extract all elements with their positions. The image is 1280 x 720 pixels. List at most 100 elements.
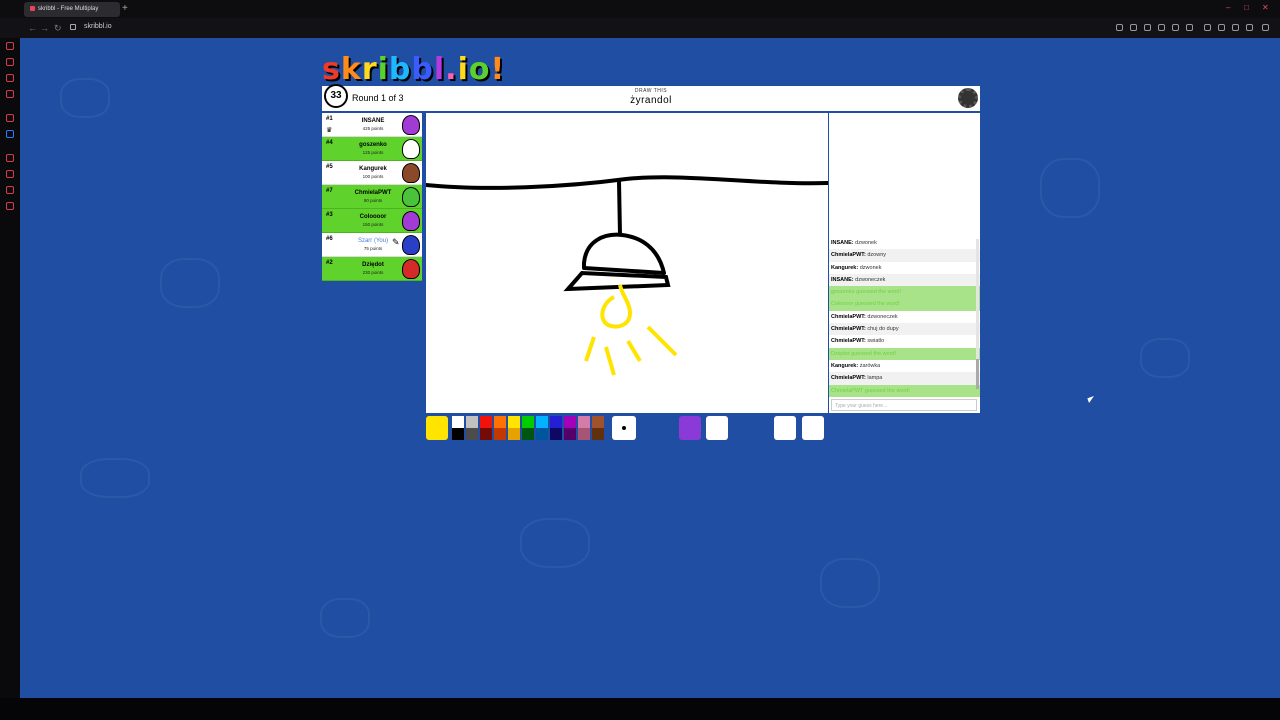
- heart-icon[interactable]: [1186, 24, 1193, 31]
- color-swatch[interactable]: [522, 428, 534, 440]
- browser-tabbar: skribbl - Free Multiplay + – □ ✕: [0, 0, 1280, 18]
- color-swatch[interactable]: [564, 416, 576, 428]
- player-row[interactable]: #5 Kangurek 100 points: [322, 161, 422, 185]
- color-swatch[interactable]: [494, 416, 506, 428]
- translate-icon[interactable]: [1158, 24, 1165, 31]
- drawing-pencil-icon: ✎: [392, 237, 400, 247]
- sidebar-app-icon[interactable]: [6, 154, 14, 162]
- color-swatch[interactable]: [452, 416, 464, 428]
- sidebar-app-icon[interactable]: [6, 42, 14, 50]
- sidebar-app-icon[interactable]: [6, 58, 14, 66]
- sidebar-app-icon[interactable]: [6, 114, 14, 122]
- chat-author: Kangurek:: [831, 362, 860, 369]
- color-swatch[interactable]: [550, 416, 562, 428]
- drawing-canvas[interactable]: [426, 113, 828, 413]
- color-swatch[interactable]: [494, 428, 506, 440]
- color-swatch[interactable]: [578, 428, 590, 440]
- avatar: [402, 139, 420, 159]
- bookmark-icon[interactable]: [1116, 24, 1123, 31]
- chat-message: Dziędot guessed the word!: [829, 347, 980, 360]
- chat-message: ChmielaPWT guessed the word!: [829, 384, 980, 397]
- player-row[interactable]: #7 ChmielaPWT 90 points: [322, 185, 422, 209]
- player-points: 125 points: [362, 150, 384, 155]
- chat-text: dzwonek: [859, 264, 882, 271]
- color-swatch[interactable]: [466, 416, 478, 428]
- maximize-icon[interactable]: □: [1244, 3, 1249, 12]
- sidebar-app-icon[interactable]: [6, 170, 14, 178]
- pencil-icon[interactable]: [679, 416, 701, 440]
- player-row[interactable]: #1 INSANE 425 points ♛: [322, 113, 422, 137]
- download-icon[interactable]: [1232, 24, 1239, 31]
- sidebar-app-icon[interactable]: [6, 74, 14, 82]
- word-to-draw: żyrandol: [630, 95, 672, 106]
- player-row[interactable]: #6 Szarr (You) 75 points ✎: [322, 233, 422, 257]
- chat-text: Dziędot guessed the word!: [831, 350, 897, 357]
- chat-messages: INSANE: dzwonek ChmielaPWT: dzowny Kangure…: [829, 237, 980, 397]
- extensions-icon[interactable]: [1246, 24, 1253, 31]
- ai-icon[interactable]: [1262, 24, 1269, 31]
- screenshot-icon[interactable]: [1130, 24, 1137, 31]
- guess-input[interactable]: Type your guess here...: [831, 399, 977, 411]
- back-icon[interactable]: ←: [28, 23, 37, 33]
- messenger-icon[interactable]: [6, 130, 14, 138]
- tab-favicon-icon: [30, 6, 35, 11]
- address-bar: ← → ↻ skribbl.io: [0, 18, 1280, 38]
- background-doodle: [80, 458, 150, 498]
- color-swatch[interactable]: [466, 428, 478, 440]
- color-swatch[interactable]: [508, 428, 520, 440]
- color-swatch[interactable]: [508, 416, 520, 428]
- color-swatch[interactable]: [480, 416, 492, 428]
- color-swatch[interactable]: [564, 428, 576, 440]
- brush-size-button[interactable]: [612, 416, 636, 440]
- sidebar-app-icon[interactable]: [6, 90, 14, 98]
- reload-icon[interactable]: ↻: [54, 23, 62, 34]
- color-swatch[interactable]: [592, 416, 604, 428]
- chat-author: Kangurek:: [831, 264, 860, 271]
- color-swatch[interactable]: [550, 428, 562, 440]
- undo-icon[interactable]: [774, 416, 796, 440]
- background-doodle: [820, 558, 880, 608]
- forward-icon[interactable]: →: [40, 23, 49, 33]
- color-swatch[interactable]: [452, 428, 464, 440]
- trash-icon[interactable]: [802, 416, 824, 440]
- player-points: 230 points: [362, 270, 384, 275]
- url-field[interactable]: skribbl.io: [84, 23, 112, 30]
- lock-icon[interactable]: [70, 24, 76, 30]
- new-tab-button[interactable]: +: [122, 3, 128, 14]
- gear-icon[interactable]: [958, 88, 978, 108]
- play-icon[interactable]: [1172, 24, 1179, 31]
- current-color-swatch[interactable]: [426, 416, 448, 440]
- player-name: Kangurek: [359, 166, 387, 172]
- wallet-icon[interactable]: [1218, 24, 1225, 31]
- chat-icon[interactable]: [1204, 24, 1211, 31]
- color-swatch[interactable]: [522, 416, 534, 428]
- chat-text: żarówka: [859, 362, 881, 369]
- chat-author: ChmielaPWT:: [831, 375, 868, 382]
- chat-author: INSANE:: [831, 276, 856, 283]
- chat-text: dzwoneczek: [867, 313, 898, 320]
- player-rank: #6: [326, 236, 333, 242]
- color-swatch[interactable]: [536, 416, 548, 428]
- background-doodle: [1140, 338, 1190, 378]
- chat-text: ChmielaPWT guessed the word!: [831, 387, 910, 394]
- chat-scrollbar[interactable]: [976, 239, 979, 389]
- player-row[interactable]: #4 goszenko 125 points: [322, 137, 422, 161]
- minimize-icon[interactable]: –: [1226, 3, 1230, 12]
- chat-text: goszenko guessed the word!: [831, 289, 902, 296]
- settings-icon[interactable]: [6, 202, 14, 210]
- tab-title: skribbl - Free Multiplay: [38, 6, 99, 13]
- bucket-icon[interactable]: [706, 416, 728, 440]
- shield-icon[interactable]: [1144, 24, 1151, 31]
- skribbl-logo: skribbl.io!: [322, 52, 506, 87]
- close-icon[interactable]: ✕: [1262, 3, 1269, 12]
- drawing: [426, 175, 828, 376]
- browser-tab[interactable]: skribbl - Free Multiplay: [24, 2, 120, 17]
- background-doodle: [1040, 158, 1100, 218]
- color-swatch[interactable]: [480, 428, 492, 440]
- player-row[interactable]: #3 Coloooor 150 points: [322, 209, 422, 233]
- color-swatch[interactable]: [578, 416, 590, 428]
- color-swatch[interactable]: [536, 428, 548, 440]
- player-row[interactable]: #2 Dziędot 230 points: [322, 257, 422, 281]
- color-swatch[interactable]: [592, 428, 604, 440]
- sidebar-app-icon[interactable]: [6, 186, 14, 194]
